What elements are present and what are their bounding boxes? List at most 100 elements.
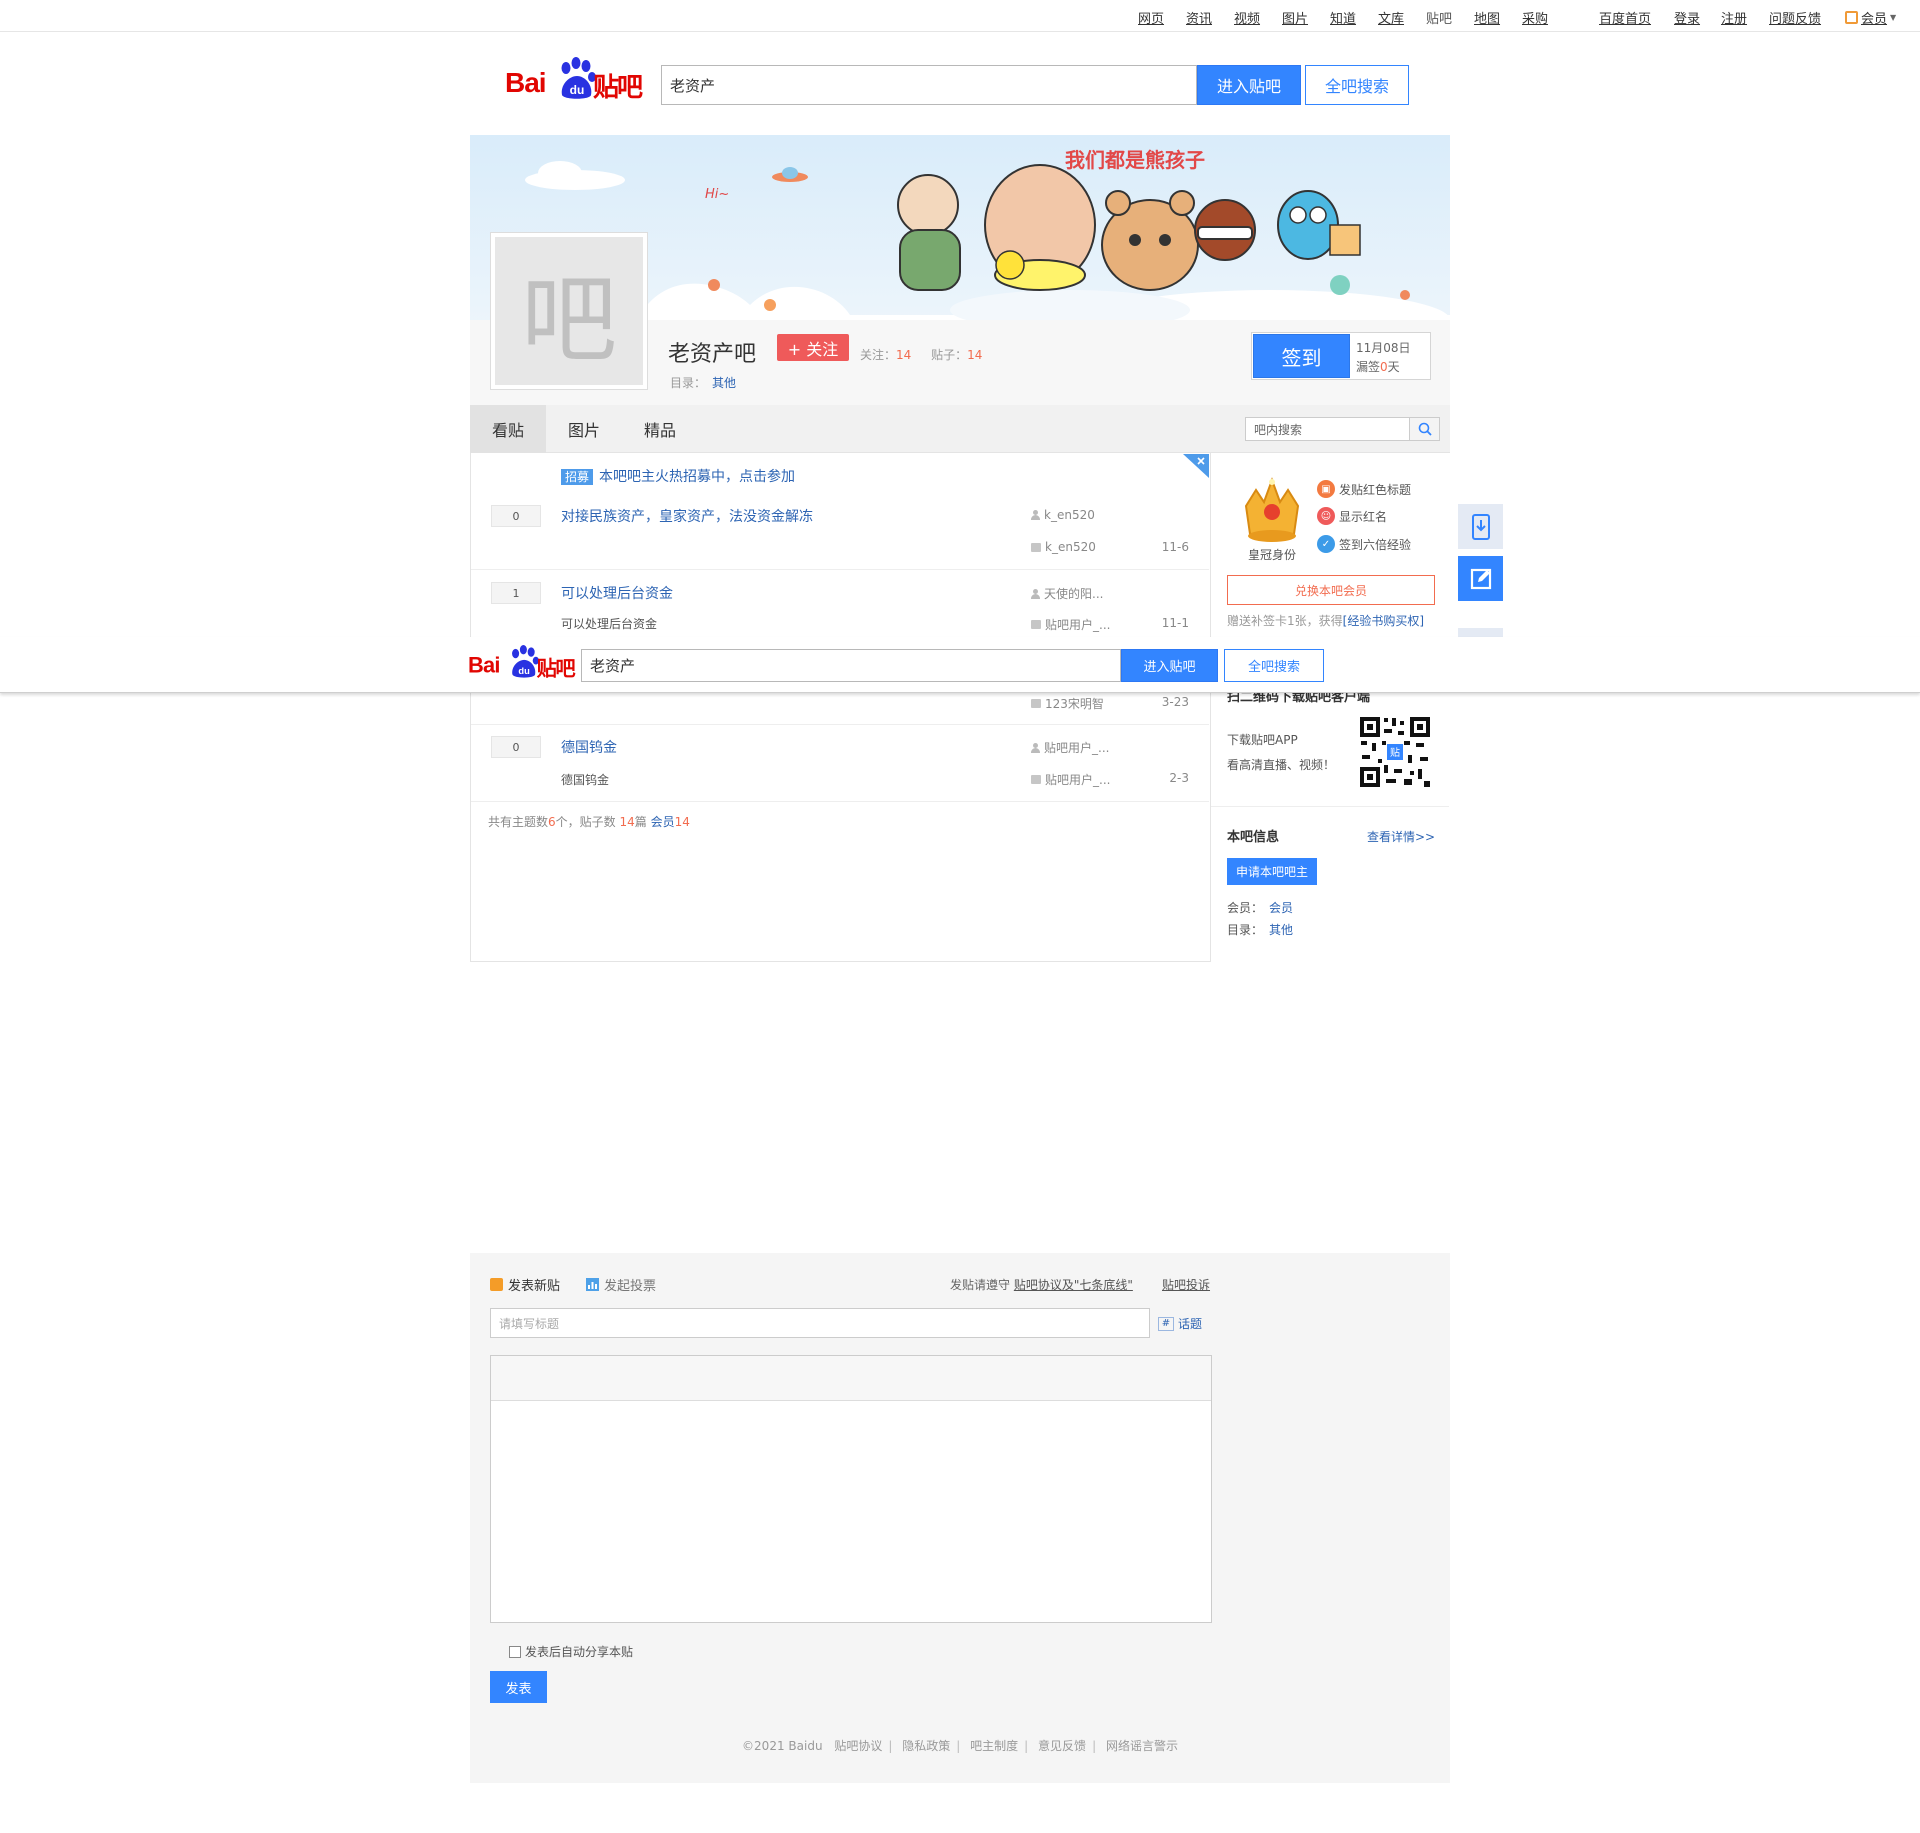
directory-link[interactable]: 其他 [712,376,736,390]
posts-label: 贴子： [931,348,968,362]
in-forum-search-button[interactable] [1410,417,1440,441]
perk-red-name: ☺ 显示红名 [1317,507,1387,525]
tab-featured[interactable]: 精品 [622,405,698,453]
member-menu[interactable]: 会员 ▼ [1845,8,1896,27]
nav-link-login[interactable]: 登录 [1674,8,1700,27]
topic-button[interactable]: # 话题 [1158,1315,1202,1332]
search-all-button[interactable]: 全吧搜索 [1305,65,1409,105]
checkbox-box[interactable] [509,1645,521,1658]
hash-icon: # [1158,1316,1174,1331]
enter-tieba-button[interactable]: 进入贴吧 [1197,65,1301,105]
last-replier[interactable]: k_en520 [1031,540,1096,554]
footer-link-moderator-rules[interactable]: 吧主制度 [970,1739,1018,1753]
apply-moderator-button[interactable]: 申请本吧吧主 [1227,858,1317,885]
info-members-link[interactable]: 会员 [1269,901,1293,915]
thread-title[interactable]: 可以处理后台资金 [561,583,673,603]
nav-link-tieba[interactable]: 贴吧 [1426,8,1452,27]
footer-link-rumor-warning[interactable]: 网络谣言警示 [1106,1739,1178,1753]
nav-link-image[interactable]: 图片 [1282,8,1308,27]
tab-new-post[interactable]: 发表新贴 [490,1275,560,1294]
thread-abstract: 德国钨金 [561,773,610,787]
sticky-tieba-logo[interactable]: Bai du 贴吧 [468,645,577,681]
post-title-input[interactable]: 请填写标题 [490,1308,1150,1338]
last-replier[interactable]: 贴吧用户_... [1031,771,1110,788]
recruit-banner[interactable]: 招募 本吧吧主火热招募中，点击参加 [561,466,795,486]
sticky-search-input[interactable]: 老资产 [581,649,1121,682]
download-app-button[interactable] [1458,504,1503,549]
nav-link-baidu-home[interactable]: 百度首页 [1599,8,1651,27]
forum-name[interactable]: 老资产吧 [668,336,756,368]
close-recruit-button[interactable] [1183,454,1209,478]
signin-button[interactable]: 签到 [1253,334,1350,378]
summary-p1: 共有主题数 [488,815,549,829]
thread-row[interactable]: 0 对接民族资产，皇家资产，法没资金解冻 k_en520 k_en520 11-… [471,490,1209,570]
new-post-float-button[interactable] [1458,556,1503,601]
tieba-logo[interactable]: Bai du 贴吧 [505,57,645,103]
thread-author[interactable]: 天使的阳... [1031,585,1103,602]
author-name: k_en520 [1044,508,1095,522]
search-input[interactable]: 老资产 [661,65,1197,105]
streak-suffix: 天 [1387,360,1400,374]
streak-prefix: 漏签 [1356,360,1381,374]
nav-link-news[interactable]: 资讯 [1186,8,1212,27]
tab-images[interactable]: 图片 [546,405,622,453]
rules-link[interactable]: 贴吧协议及"七条底线" [1014,1278,1133,1292]
forum-avatar[interactable]: 吧 [490,232,648,390]
summary-p3: 篇 [634,815,651,829]
nav-link-purchase[interactable]: 采购 [1522,8,1548,27]
perk-sign-exp: ✓ 签到六倍经验 [1317,535,1411,553]
nav-link-web[interactable]: 网页 [1138,8,1164,27]
nav-link-wenku[interactable]: 文库 [1378,8,1404,27]
footer-link-agreement[interactable]: 贴吧协议 [834,1739,882,1753]
nav-link-register[interactable]: 注册 [1721,8,1747,27]
tab-new-vote[interactable]: 发起投票 [586,1275,656,1294]
nav-link-video[interactable]: 视频 [1234,8,1260,27]
forum-info-more-link[interactable]: 查看详情>> [1367,828,1435,845]
perk-red-title: ▣ 发贴红色标题 [1317,480,1411,498]
thread-row[interactable]: 0 德国钨金 德国钨金 贴吧用户_... 贴吧用户_... 2-3 [471,725,1209,802]
reply-bubble-icon [1031,775,1041,784]
thread-row[interactable]: 123宋明智 3-23 [471,693,1209,725]
last-replier-name: k_en520 [1045,540,1096,554]
sticky-enter-tieba-button[interactable]: 进入贴吧 [1121,649,1218,682]
thread-author[interactable]: 贴吧用户_... [1031,739,1109,756]
member-note: 赠送补签卡1张，获得[经验书购买权] [1227,612,1424,629]
last-replier-name: 贴吧用户_... [1045,618,1111,632]
logo-du-text: du [570,83,585,97]
thread-title[interactable]: 德国钨金 [561,737,617,757]
reply-count: 0 [491,505,541,527]
info-dir-link[interactable]: 其他 [1269,923,1293,937]
complaint-link[interactable]: 贴吧投诉 [1162,1276,1210,1293]
nav-link-map[interactable]: 地图 [1474,8,1500,27]
recruit-tag: 招募 [561,469,594,485]
last-replier[interactable]: 123宋明智 [1031,695,1104,712]
thread-date: 11-6 [1161,540,1189,554]
crown-label: 皇冠身份 [1248,548,1297,562]
signin-streak: 漏签0天 [1356,358,1400,375]
nav-link-feedback[interactable]: 问题反馈 [1769,8,1821,27]
top-nav: 网页 资讯 视频 图片 知道 文库 贴吧 地图 采购 百度首页 登录 注册 问题… [0,0,1920,32]
float-tool-partial[interactable] [1458,628,1503,637]
tab-threads[interactable]: 看贴 [470,405,546,453]
thread-row[interactable]: 1 可以处理后台资金 可以处理后台资金 天使的阳... 贴吧用户_... 11-… [471,570,1209,637]
in-forum-search-input[interactable]: 吧内搜索 [1245,417,1410,441]
thread-date: 2-3 [1169,771,1189,785]
follow-button[interactable]: + 关注 [777,334,849,361]
redeem-member-button[interactable]: 兑换本吧会员 [1227,575,1435,605]
exp-book-link[interactable]: [经验书购买权] [1343,614,1424,628]
footer-link-feedback[interactable]: 意见反馈 [1038,1739,1086,1753]
chevron-down-icon: ▼ [1890,13,1897,22]
author-name: 贴吧用户_... [1044,741,1110,755]
publish-button[interactable]: 发表 [490,1671,547,1703]
thread-title[interactable]: 对接民族资产，皇家资产，法没资金解冻 [561,506,813,526]
sticky-search-all-button[interactable]: 全吧搜索 [1224,649,1324,682]
thread-author[interactable]: k_en520 [1031,508,1095,522]
summary-members-link[interactable]: 会员 [651,815,675,829]
footer-link-privacy[interactable]: 隐私政策 [902,1739,950,1753]
followers-count: 14 [896,348,912,362]
last-replier[interactable]: 贴吧用户_... [1031,616,1110,633]
nav-link-zhidao[interactable]: 知道 [1330,8,1356,27]
perk-label: 显示红名 [1339,509,1388,524]
sign-exp-icon: ✓ [1317,535,1335,553]
auto-share-checkbox[interactable]: 发表后自动分享本贴 [509,1643,633,1660]
